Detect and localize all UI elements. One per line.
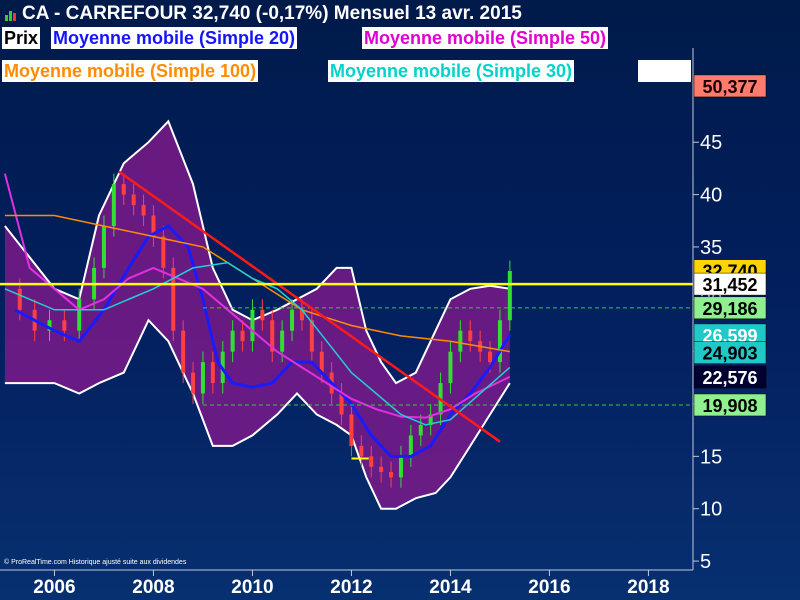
x-tick-label: 2016 — [528, 577, 570, 598]
bar-chart-icon — [5, 11, 16, 21]
indicator-label[interactable]: Moyenne mobile (Simple 50) — [362, 27, 609, 49]
price-label: 50,377 — [702, 77, 757, 97]
y-tick-label: 35 — [700, 237, 722, 259]
price-label: 29,186 — [702, 299, 757, 319]
price-candle — [111, 184, 116, 226]
price-candle — [210, 362, 215, 384]
price-candle — [141, 205, 146, 216]
data-credit: © ProRealTime.com Historique ajusté suit… — [4, 559, 187, 566]
price-candle — [131, 194, 136, 206]
indicator-label[interactable]: Boll s — [638, 60, 692, 82]
indicator-label[interactable]: Moyenne mobile (Simple 20) — [51, 27, 298, 49]
price-candle — [250, 309, 255, 342]
price-label: 22,576 — [702, 368, 757, 388]
price-candle — [77, 299, 82, 331]
price-candle — [161, 236, 166, 268]
price-candle — [101, 226, 106, 268]
price-candle — [280, 330, 285, 352]
x-tick-label: 2010 — [231, 577, 273, 598]
price-candle — [359, 445, 364, 457]
y-tick-label: 40 — [700, 185, 722, 207]
price-candle — [379, 466, 384, 473]
price-candle — [488, 351, 493, 363]
price-label: 19,908 — [702, 396, 757, 416]
price-candle — [408, 435, 413, 457]
price-candle — [121, 184, 126, 195]
price-candle — [200, 362, 205, 394]
price-candle — [507, 271, 512, 321]
x-tick-label: 2018 — [627, 577, 669, 598]
price-candle — [17, 288, 22, 310]
price-candle — [191, 372, 196, 394]
price-label: 24,903 — [702, 344, 757, 364]
y-tick-label: 5 — [700, 551, 711, 573]
price-candle — [290, 309, 295, 331]
chart-title: CA - CARREFOUR 32,740 (-0,17%) Mensuel 1… — [22, 3, 522, 24]
price-candle — [398, 456, 403, 478]
chart-canvas: 5101520253035404520062008201020122014201… — [0, 48, 767, 598]
price-candle — [181, 330, 186, 373]
price-candle — [240, 330, 245, 342]
price-label: 31,452 — [702, 275, 757, 295]
price-candle — [418, 424, 423, 436]
y-tick-label: 15 — [700, 446, 722, 468]
price-candle — [349, 414, 354, 446]
price-candle — [62, 320, 67, 331]
price-candle — [458, 330, 463, 352]
price-candle — [448, 351, 453, 384]
x-tick-label: 2012 — [330, 577, 372, 598]
price-candle — [369, 456, 374, 467]
price-candle — [230, 330, 235, 352]
x-tick-label: 2014 — [429, 577, 472, 598]
y-tick-label: 45 — [700, 132, 722, 154]
price-candle — [468, 330, 473, 342]
price-candle — [389, 472, 394, 478]
price-candle — [260, 309, 265, 321]
indicator-label[interactable]: Moyenne mobile (Simple 30) — [328, 60, 575, 82]
plot-area — [0, 119, 693, 510]
x-tick-label: 2006 — [33, 577, 75, 598]
x-tick-label: 2008 — [132, 577, 174, 598]
indicator-label[interactable]: Prix — [2, 27, 41, 49]
y-tick-label: 10 — [700, 499, 722, 521]
indicator-label[interactable]: Moyenne mobile (Simple 100) — [2, 60, 259, 82]
